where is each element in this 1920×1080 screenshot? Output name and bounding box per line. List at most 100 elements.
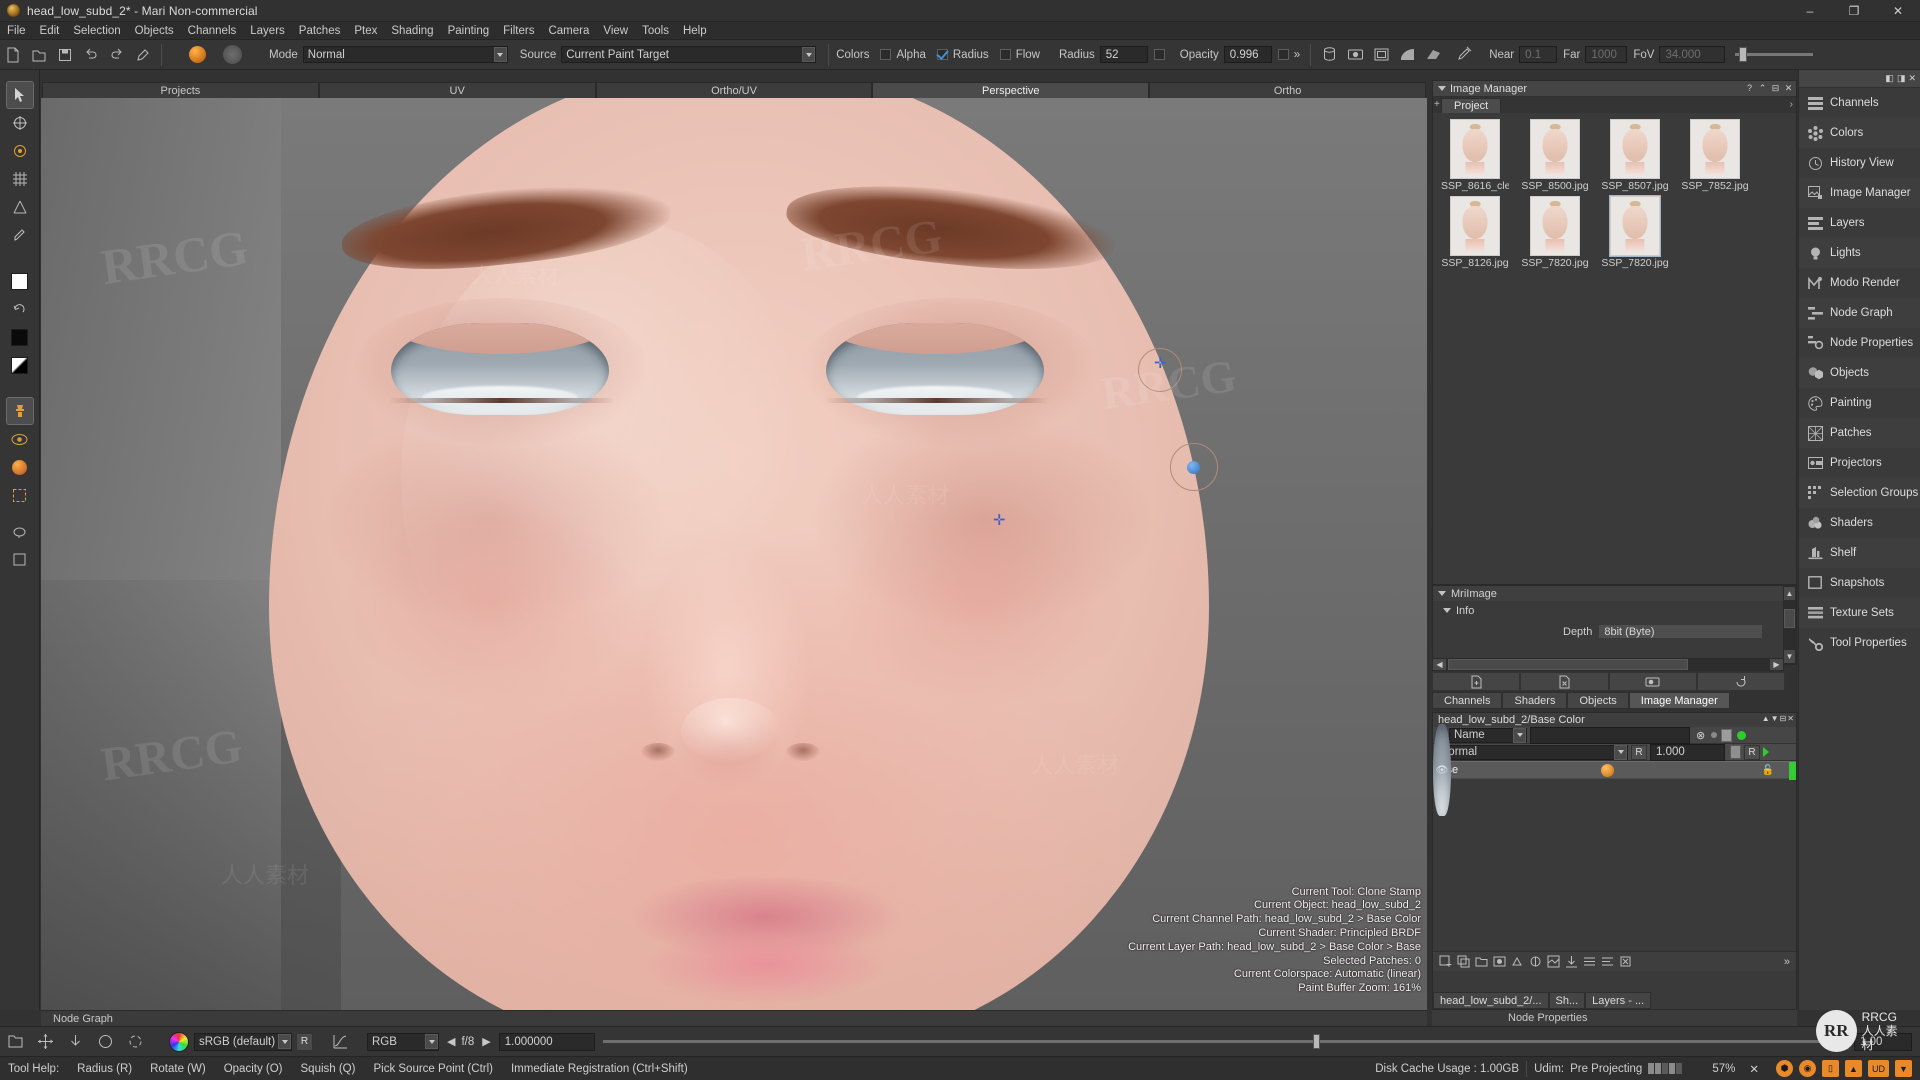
eyedropper-tool-icon[interactable] (7, 222, 33, 248)
chevron-down-icon[interactable] (425, 1034, 438, 1049)
menu-item-selection[interactable]: Selection (66, 22, 127, 40)
mode-combo[interactable]: Normal (302, 46, 508, 63)
open-project-icon[interactable] (27, 43, 51, 67)
minimize-panel-icon[interactable]: ⊟ (1780, 714, 1787, 723)
palette-item-objects[interactable]: Objects (1799, 358, 1920, 388)
menu-item-view[interactable]: View (596, 22, 635, 40)
help-icon[interactable]: ? (1744, 82, 1755, 94)
lasso-select-icon[interactable] (7, 518, 33, 544)
image-thumbnail[interactable]: SSP_7820.jpg (1521, 196, 1589, 269)
clone-stamp-tool-icon[interactable] (5, 397, 34, 425)
maximize-button[interactable]: ❐ (1832, 0, 1876, 22)
collapse-triangle-icon[interactable] (1438, 591, 1446, 596)
radius-pressure-checkbox[interactable] (1153, 49, 1165, 60)
mask-layer-icon[interactable] (1491, 954, 1508, 970)
undo-icon[interactable] (79, 43, 103, 67)
mirror-tool-icon[interactable] (7, 194, 33, 220)
chevron-down-icon[interactable] (493, 47, 507, 62)
warning-icon[interactable]: ⬢ (1776, 1060, 1793, 1077)
radius-input[interactable]: 52 (1099, 46, 1148, 63)
panel-tab-image-manager[interactable]: Image Manager (1628, 692, 1730, 709)
duplicate-layer-icon[interactable] (1455, 954, 1472, 970)
color-picker-orange-icon[interactable] (7, 454, 33, 480)
delete-layer-icon[interactable] (1617, 954, 1634, 970)
rect-select-icon[interactable] (7, 546, 33, 572)
marquee-select-icon[interactable] (7, 482, 33, 508)
download-icon[interactable] (62, 1029, 88, 1055)
close-panel-icon[interactable]: ✕ (1783, 82, 1794, 94)
export-icon[interactable]: ▼ (1895, 1060, 1912, 1077)
layers-toolbar-overflow[interactable]: » (1784, 956, 1790, 968)
layer-search-input[interactable] (1530, 726, 1690, 744)
fov-input[interactable]: 34.000 (1659, 46, 1726, 63)
projector-icon[interactable] (1369, 43, 1393, 67)
collapse-triangle-icon[interactable] (1438, 86, 1446, 91)
palette-item-image-manager[interactable]: Image Manager (1799, 178, 1920, 208)
scroll-right-icon[interactable]: ▶ (1770, 659, 1783, 670)
redo-icon[interactable] (105, 43, 129, 67)
clone-stamp-active-icon[interactable] (185, 43, 209, 67)
camera-projection-icon[interactable] (1343, 43, 1367, 67)
menu-item-filters[interactable]: Filters (496, 22, 541, 40)
scroll-down-icon[interactable]: ▼ (1784, 650, 1795, 663)
toolbar-overflow-button[interactable]: » (1294, 49, 1300, 61)
orbit-tool-icon[interactable] (7, 138, 33, 164)
prev-frame-icon[interactable]: ◀ (447, 1035, 455, 1048)
group-layer-icon[interactable] (1473, 954, 1490, 970)
menu-item-tools[interactable]: Tools (635, 22, 676, 40)
layers-bottom-tab[interactable]: Sh... (1548, 992, 1586, 1009)
opacity-pressure-toggle[interactable] (1730, 745, 1741, 759)
palette-item-node-properties[interactable]: Node Properties (1799, 328, 1920, 358)
info-icon[interactable]: ◉ (1799, 1060, 1816, 1077)
mri-info-vertical-scrollbar[interactable]: ▲ ▼ (1783, 586, 1796, 664)
reload-image-button[interactable] (1696, 672, 1785, 691)
export-image-button[interactable] (1608, 672, 1697, 691)
panel-tab-objects[interactable]: Objects (1567, 692, 1629, 709)
scroll-up-icon[interactable]: ▲ (1784, 587, 1795, 600)
palette-item-node-graph[interactable]: Node Graph (1799, 298, 1920, 328)
move-down-icon[interactable]: ▼ (1771, 714, 1779, 723)
opacity-pressure-checkbox[interactable] (1277, 49, 1289, 60)
blend-mode-combo[interactable]: Normal (1435, 744, 1628, 760)
info-section-header[interactable]: Info (1433, 603, 1783, 618)
palette-item-texture-sets[interactable]: Texture Sets (1799, 598, 1920, 628)
shading-flat-icon[interactable] (1395, 43, 1419, 67)
far-input[interactable]: 1000 (1585, 46, 1628, 63)
add-image-button[interactable] (1432, 672, 1521, 691)
opacity-input[interactable]: 0.996 (1223, 46, 1272, 63)
next-frame-icon[interactable]: ▶ (482, 1035, 490, 1048)
image-thumbnail[interactable]: SSP_7820.jpg (1601, 195, 1669, 269)
merge-down-icon[interactable] (1563, 954, 1580, 970)
viewport-tab-perspective[interactable]: Perspective (872, 82, 1150, 98)
depth-value[interactable]: 8bit (Byte) (1598, 624, 1764, 639)
adjustment-layer-icon[interactable] (1509, 954, 1526, 970)
light-paintbrush-icon[interactable] (1452, 43, 1476, 67)
chevron-down-icon[interactable] (278, 1034, 291, 1049)
colors-checkbox[interactable] (880, 49, 892, 60)
save-project-icon[interactable] (53, 43, 77, 67)
flow-checkbox[interactable] (999, 49, 1011, 60)
reset-colors-icon[interactable] (7, 296, 33, 322)
viewport-tab-uv[interactable]: UV (318, 82, 596, 98)
select-arrow-tool-icon[interactable] (5, 81, 34, 109)
black-swatch-button[interactable] (7, 324, 33, 350)
viewport-tab-ortho-uv[interactable]: Ortho/UV (595, 82, 873, 98)
opacity-reset-button[interactable]: R (1744, 744, 1760, 760)
fov-slider[interactable] (1735, 47, 1814, 62)
menu-item-file[interactable]: File (0, 22, 33, 40)
layer-opacity-input[interactable]: 1.000 (1650, 743, 1725, 761)
menu-item-shading[interactable]: Shading (384, 22, 440, 40)
viewport-tab-projects[interactable]: Projects (42, 82, 319, 98)
paint-layer-icon[interactable] (1545, 954, 1562, 970)
palette-item-snapshots[interactable]: Snapshots (1799, 568, 1920, 598)
palette-item-lights[interactable]: Lights (1799, 238, 1920, 268)
palette-item-channels[interactable]: Channels (1799, 88, 1920, 118)
bake-icon[interactable]: ▯ (1822, 1060, 1839, 1077)
loop-icon[interactable] (122, 1029, 148, 1055)
menu-item-camera[interactable]: Camera (541, 22, 596, 40)
mri-image-section-header[interactable]: MriImage (1433, 586, 1783, 601)
menu-item-layers[interactable]: Layers (243, 22, 292, 40)
layer-row[interactable]: 👁Base🔓 (1433, 724, 1796, 816)
gamma-input[interactable]: 1.000000 (498, 1032, 595, 1051)
palette-item-history-view[interactable]: History View (1799, 148, 1920, 178)
